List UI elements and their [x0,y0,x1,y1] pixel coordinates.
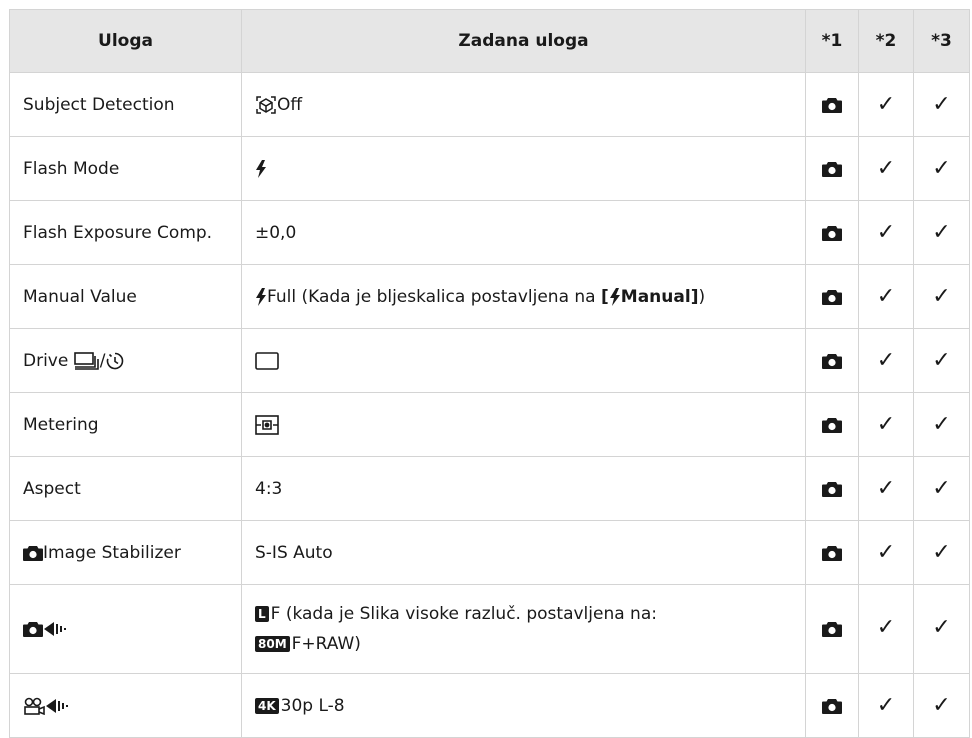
camera-icon [822,97,842,113]
value-cell [241,136,806,201]
resolution-badge: 4K [255,697,279,714]
subject-detection-icon [256,95,276,114]
value-cell: LF (kada je Slika visoke razluč. postavl… [241,584,806,674]
metering-icon [255,414,279,435]
check-icon: ✓ [932,692,951,718]
flash-icon [609,287,620,306]
table-row: Metering ✓ ✓ [9,392,970,457]
check-icon: ✓ [932,219,951,245]
function-cell: Flash Mode [9,136,242,201]
header-col3: *3 [913,9,970,73]
table-row: Flash Exposure Comp. ±0,0 ✓ ✓ [9,200,970,265]
check-icon: ✓ [876,283,896,309]
value-cell: ±0,0 [241,200,806,265]
camera-icon [822,161,842,177]
check-icon: ✓ [932,475,951,501]
camera-icon [822,622,842,637]
check-icon: ✓ [876,219,896,245]
check-icon: ✓ [932,155,951,181]
value-cell: 4:3 [241,456,806,521]
camera-icon [822,353,842,369]
check-icon: ✓ [876,155,896,181]
sequential-shooting-icon [73,351,99,370]
camera-icon [822,481,842,497]
defaults-table: Uloga Zadana uloga *1 *2 *3 Subject Dete… [9,9,970,738]
table-row: LF (kada je Slika visoke razluč. postavl… [9,584,970,674]
table-row: Manual Value Full (Kada je bljeskalica p… [9,264,970,329]
header-col2: *2 [858,9,914,73]
check-icon: ✓ [932,91,951,117]
value-cell: Off [241,72,806,137]
function-cell: Manual Value [9,264,242,329]
table-row: 4K 30p L-8 ✓ ✓ [9,673,970,738]
check-icon: ✓ [876,347,896,373]
check-icon: ✓ [876,692,896,718]
image-quality-icon [46,698,68,713]
image-quality-icon [44,622,66,636]
value-cell [241,328,806,393]
table-row: Aspect 4:3 ✓ ✓ [9,456,970,521]
check-icon: ✓ [932,347,951,373]
function-cell [9,584,242,674]
header-default: Zadana uloga [241,9,806,73]
check-icon: ✓ [876,539,896,565]
function-cell: Image Stabilizer [9,520,242,585]
check-icon: ✓ [932,283,951,309]
function-cell: Metering [9,392,242,457]
table-row: Image Stabilizer S-IS Auto ✓ ✓ [9,520,970,585]
function-cell: Subject Detection [9,72,242,137]
self-timer-icon [107,352,124,369]
flash-icon [256,287,266,306]
check-icon: ✓ [932,411,951,437]
camera-icon [822,417,842,433]
function-cell [9,673,242,738]
camera-icon [822,289,842,305]
camera-icon [822,545,842,561]
table-row: Flash Mode ✓ ✓ [9,136,970,201]
movie-icon [24,697,45,715]
function-cell: Drive / [9,328,242,393]
check-icon: ✓ [876,615,896,640]
value-cell: Full (Kada je bljeskalica postavljena na… [241,264,806,329]
table-header-row: Uloga Zadana uloga *1 *2 *3 [9,9,970,73]
resolution-badge: 80M [255,636,290,652]
table-row: Drive / ✓ ✓ [9,328,970,393]
header-col1: *1 [805,9,859,73]
check-icon: ✓ [932,615,951,640]
function-cell: Flash Exposure Comp. [9,200,242,265]
function-cell: Aspect [9,456,242,521]
check-icon: ✓ [876,411,896,437]
camera-icon [822,225,842,241]
check-icon: ✓ [876,91,896,117]
check-icon: ✓ [876,475,896,501]
check-icon: ✓ [932,539,951,565]
value-cell: 4K 30p L-8 [241,673,806,738]
flash-icon [256,159,266,178]
camera-icon [822,698,842,714]
large-size-icon: L [255,606,269,622]
value-cell [241,392,806,457]
value-cell: S-IS Auto [241,520,806,585]
camera-icon [23,545,43,561]
header-function: Uloga [9,9,242,73]
single-frame-icon [255,351,279,370]
camera-icon [23,622,43,637]
table-row: Subject Detection Off ✓ ✓ [9,72,970,137]
